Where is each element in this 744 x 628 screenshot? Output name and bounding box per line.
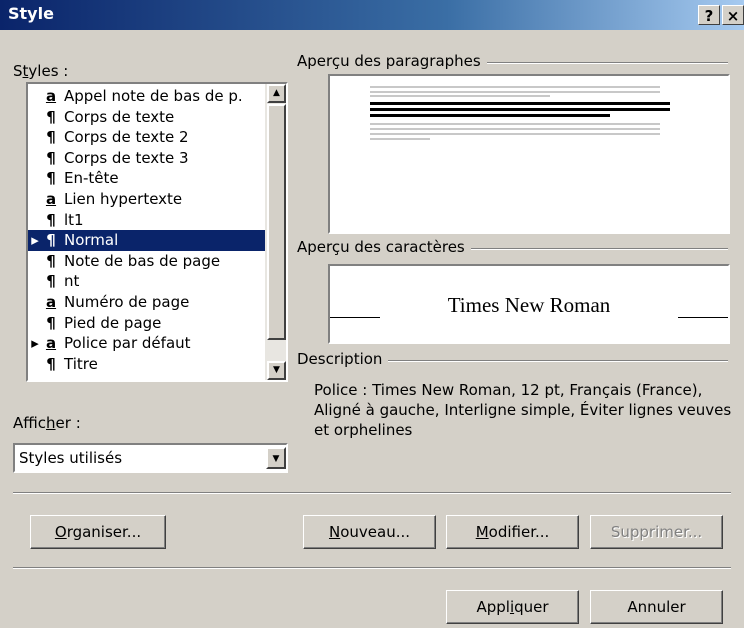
description-text: Police : Times New Roman, 12 pt, Françai… xyxy=(314,381,732,439)
style-list-item-label: En-tête xyxy=(64,169,119,188)
style-list-item[interactable]: ¶ lt1 xyxy=(28,210,265,231)
paragraph-style-icon: ¶ xyxy=(46,107,56,126)
paragraph-style-icon: ¶ xyxy=(46,354,56,373)
char-preview-label: Aperçu des caractères xyxy=(297,238,471,256)
style-list-item-label: Numéro de page xyxy=(64,293,190,311)
char-preview-box: Times New Roman xyxy=(328,264,730,344)
paragraph-preview-box xyxy=(328,74,730,234)
scroll-thumb[interactable] xyxy=(267,104,286,340)
show-label: Afficher : xyxy=(13,414,81,432)
separator-bottom xyxy=(13,567,731,569)
style-list-item-label: Corps de texte 2 xyxy=(64,128,189,147)
styles-list[interactable]: a Appel note de bas de p. ¶ Corps de texte ¶… xyxy=(26,82,288,382)
paragraph-style-icon: ¶ xyxy=(46,210,56,229)
character-style-icon: a xyxy=(45,293,57,311)
paragraph-preview-label: Aperçu des paragraphes xyxy=(297,52,487,70)
character-style-icon: a xyxy=(45,190,57,208)
style-list-item[interactable]: ▸ a Police par défaut xyxy=(28,333,265,354)
style-list-item-label: lt1 xyxy=(64,210,84,229)
paragraph-style-icon: ¶ xyxy=(46,251,56,270)
character-style-icon: a xyxy=(45,334,57,353)
style-list-item[interactable]: a Numéro de page xyxy=(28,292,265,313)
style-list-item[interactable]: ¶ nt xyxy=(28,271,265,292)
char-preview-sample: Times New Roman xyxy=(447,293,611,317)
paragraph-style-icon: ¶ xyxy=(46,148,56,167)
supprimer-button[interactable]: Supprimer... xyxy=(590,515,723,549)
style-list-item[interactable]: ▸ ¶ Normal xyxy=(28,230,265,252)
style-list-item[interactable]: a Appel note de bas de p. xyxy=(28,86,265,107)
paragraph-preview-image xyxy=(370,86,670,140)
dialog-title: Style xyxy=(8,4,54,23)
dropdown-arrow-icon[interactable]: ▼ xyxy=(266,447,286,469)
style-list-item-label: Note de bas de page xyxy=(64,251,221,270)
style-list-item[interactable]: ¶ Corps de texte 2 xyxy=(28,127,265,148)
annuler-button[interactable]: Annuler xyxy=(590,590,723,624)
appliquer-button[interactable]: Appliquer xyxy=(446,590,579,624)
style-list-item-label: Normal xyxy=(64,231,119,250)
help-button[interactable]: ? xyxy=(698,5,720,25)
style-list-item[interactable]: ¶ En-tête xyxy=(28,168,265,189)
nouveau-button[interactable]: Nouveau... xyxy=(303,515,436,549)
scroll-down-button[interactable]: ▼ xyxy=(267,361,286,380)
title-bar[interactable] xyxy=(0,0,744,30)
paragraph-style-icon: ¶ xyxy=(46,313,56,332)
style-list-item-label: Appel note de bas de p. xyxy=(64,87,243,105)
character-style-icon: a xyxy=(45,87,57,105)
style-list-item[interactable]: ¶ Corps de texte xyxy=(28,107,265,128)
styles-label: Styles : xyxy=(13,62,69,80)
style-list-item-label: Lien hypertexte xyxy=(64,190,183,208)
style-list-item-label: nt xyxy=(64,272,80,291)
separator-top xyxy=(13,492,731,494)
paragraph-style-icon: ¶ xyxy=(46,231,56,250)
char-preview-right-rule xyxy=(678,317,728,318)
organiser-button[interactable]: Organiser... xyxy=(30,515,166,549)
style-list-item[interactable]: ¶ Titre xyxy=(28,354,265,375)
show-select-value: Styles utilisés xyxy=(19,449,123,467)
style-list-item-label: Corps de texte 3 xyxy=(64,148,189,167)
style-list-item-label: Pied de page xyxy=(64,313,162,332)
paragraph-style-icon: ¶ xyxy=(46,169,56,188)
list-marker-icon: ▸ xyxy=(31,231,39,250)
description-label: Description xyxy=(297,350,389,368)
style-list-item-label: Corps de texte xyxy=(64,107,175,126)
paragraph-style-icon: ¶ xyxy=(46,128,56,147)
styles-scrollbar[interactable]: ▲ ▼ xyxy=(265,84,286,380)
style-list-item[interactable]: ¶ Note de bas de page xyxy=(28,251,265,272)
modifier-button[interactable]: Modifier... xyxy=(446,515,579,549)
paragraph-style-icon: ¶ xyxy=(46,272,56,291)
style-list-item[interactable]: a Lien hypertexte xyxy=(28,189,265,210)
close-button[interactable]: × xyxy=(722,5,744,25)
style-list-item[interactable]: ¶ Pied de page xyxy=(28,313,265,334)
show-select[interactable]: Styles utilisés ▼ xyxy=(13,443,288,473)
style-list-item[interactable]: ¶ Corps de texte 3 xyxy=(28,148,265,169)
scroll-up-button[interactable]: ▲ xyxy=(267,84,286,103)
list-marker-icon: ▸ xyxy=(31,334,39,353)
style-list-item-label: Police par défaut xyxy=(64,334,191,353)
style-list-item-label: Titre xyxy=(64,354,98,373)
